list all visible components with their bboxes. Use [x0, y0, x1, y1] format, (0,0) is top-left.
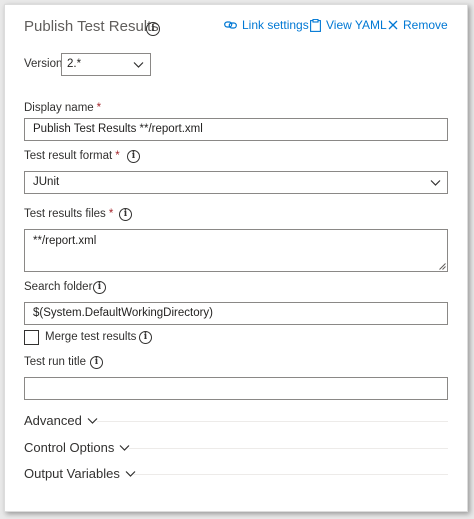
- link-settings-label: Link settings: [242, 18, 309, 32]
- info-icon[interactable]: i: [93, 281, 106, 294]
- required-marker: *: [96, 102, 102, 114]
- test-results-files-label-text: Test results files: [24, 208, 106, 220]
- link-settings-button[interactable]: Link settings: [224, 18, 309, 32]
- chevron-down-icon: [133, 62, 144, 68]
- section-control-options[interactable]: Control Options: [24, 440, 130, 455]
- section-output-variables-label: Output Variables: [24, 466, 120, 481]
- close-icon: [388, 20, 398, 30]
- chevron-down-icon: [430, 180, 441, 186]
- display-name-label-text: Display name: [24, 102, 94, 114]
- version-label: Version: [24, 58, 63, 70]
- test-result-format-value: JUnit: [33, 176, 60, 188]
- info-icon[interactable]: i: [127, 150, 140, 163]
- search-folder-label: Search folder: [24, 281, 93, 293]
- test-results-files-textarea[interactable]: **/report.xml: [24, 229, 448, 272]
- required-marker: *: [115, 150, 120, 162]
- merge-test-results-label: Merge test results: [45, 331, 137, 343]
- version-select[interactable]: 2.*: [61, 53, 151, 76]
- test-results-files-value: **/report.xml: [33, 235, 97, 247]
- divider: [129, 448, 448, 449]
- display-name-label: Display name *: [24, 102, 101, 114]
- remove-label: Remove: [403, 18, 448, 32]
- test-result-format-label: Test result format *: [24, 150, 120, 162]
- search-folder-input[interactable]: $(System.DefaultWorkingDirectory): [24, 302, 448, 325]
- test-run-title-label: Test run title: [24, 356, 86, 368]
- view-yaml-label: View YAML: [326, 18, 387, 32]
- task-settings-panel: Publish Test Results i Link settings Vie…: [4, 4, 468, 512]
- info-icon[interactable]: i: [119, 208, 132, 221]
- test-result-format-label-text: Test result format: [24, 150, 113, 162]
- view-yaml-button[interactable]: View YAML: [310, 18, 387, 32]
- resize-handle-icon[interactable]: [439, 263, 446, 270]
- section-advanced[interactable]: Advanced: [24, 413, 98, 428]
- version-value: 2.*: [67, 58, 82, 70]
- section-output-variables[interactable]: Output Variables: [24, 466, 136, 481]
- test-results-files-label: Test results files *: [24, 208, 113, 220]
- section-control-options-label: Control Options: [24, 440, 115, 455]
- info-icon[interactable]: i: [139, 331, 152, 344]
- remove-button[interactable]: Remove: [388, 18, 448, 32]
- test-run-title-input[interactable]: [24, 377, 448, 400]
- divider: [97, 421, 448, 422]
- page-title: Publish Test Results: [24, 18, 159, 35]
- merge-test-results-checkbox[interactable]: [24, 330, 39, 345]
- info-icon[interactable]: i: [146, 22, 160, 36]
- display-name-input[interactable]: Publish Test Results **/report.xml: [24, 118, 448, 141]
- info-icon[interactable]: i: [90, 356, 103, 369]
- divider: [133, 474, 448, 475]
- section-advanced-label: Advanced: [24, 413, 82, 428]
- link-icon: [224, 21, 237, 29]
- required-marker: *: [108, 208, 114, 220]
- clipboard-icon: [310, 18, 321, 32]
- test-result-format-select[interactable]: JUnit: [24, 171, 448, 194]
